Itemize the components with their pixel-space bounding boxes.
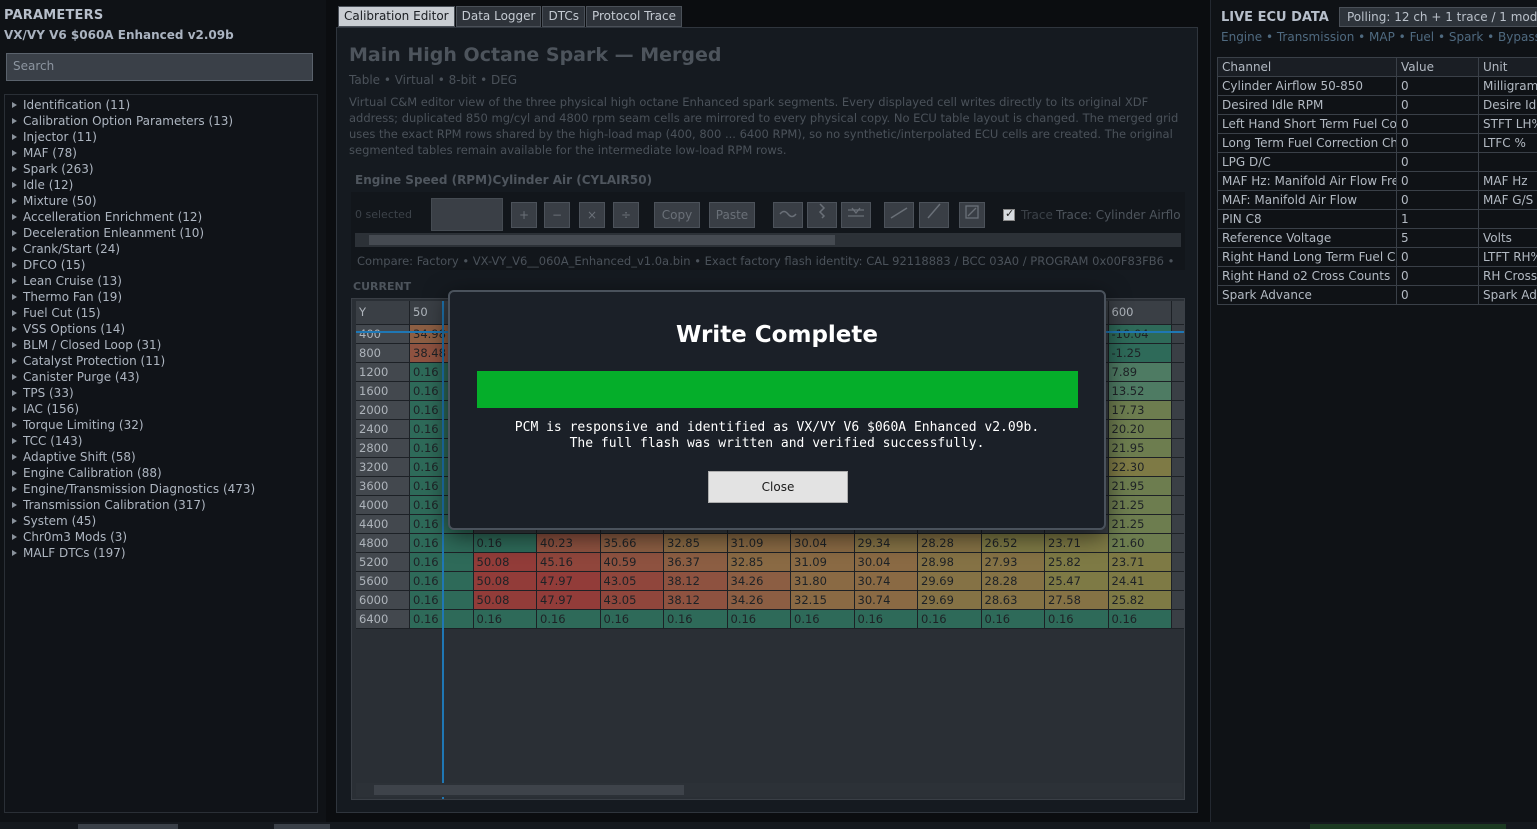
dialog-title: Write Complete (676, 322, 878, 348)
dialog-message-line: The full flash was written and verified … (569, 436, 985, 451)
write-progress-bar (477, 371, 1078, 408)
connection-indicator (1310, 824, 1506, 829)
status-segment (274, 824, 330, 829)
dialog-message: PCM is responsive and identified as VX/V… (450, 420, 1104, 452)
status-segment (78, 824, 178, 829)
status-bar (0, 822, 1537, 829)
progress-fill (477, 371, 1078, 408)
dialog-message-line: PCM is responsive and identified as VX/V… (514, 420, 1040, 435)
write-complete-dialog: Write Complete PCM is responsive and ide… (448, 290, 1106, 530)
close-button[interactable]: Close (708, 471, 848, 503)
